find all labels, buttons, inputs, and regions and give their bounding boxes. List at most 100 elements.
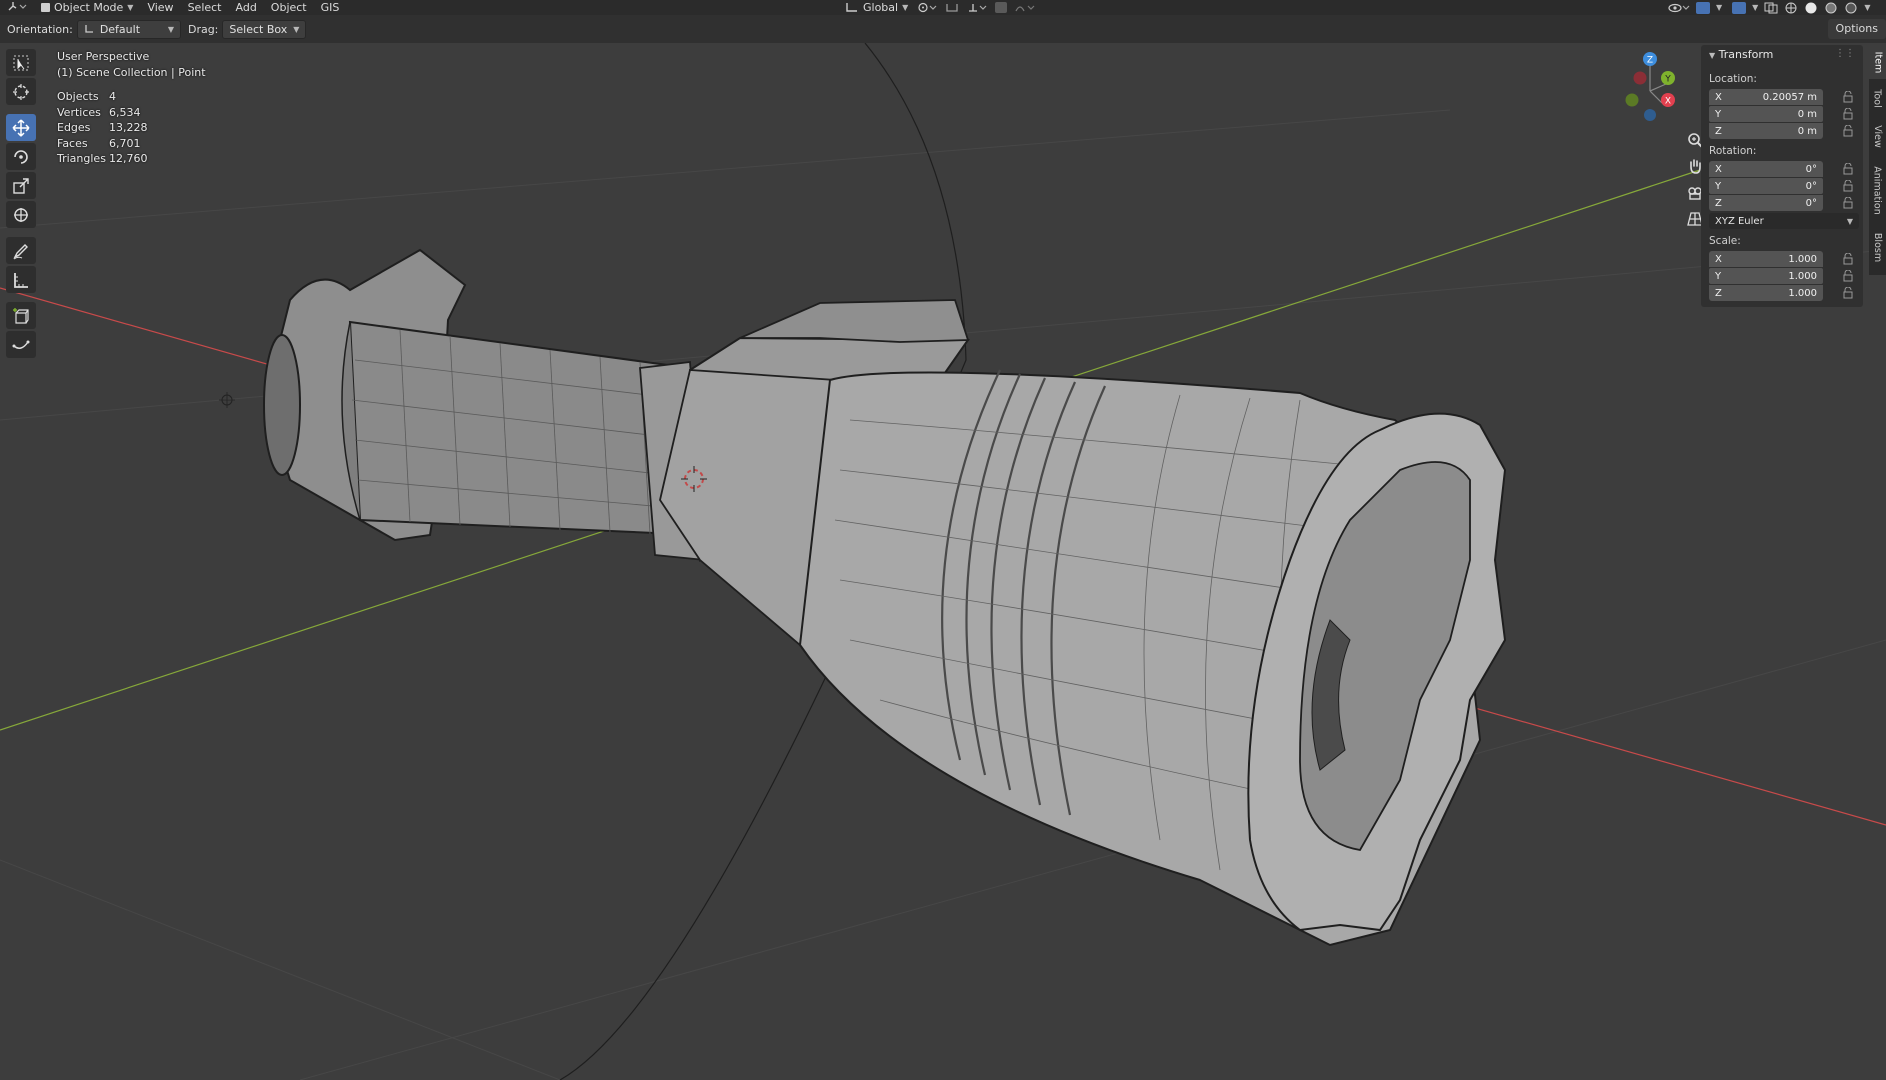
orientation-label: Orientation: [7,22,73,36]
rotation-mode-value: XYZ Euler [1715,215,1764,227]
location-label: Location: [1709,73,1757,85]
3d-viewport[interactable]: Z Y X [0,43,1886,1080]
overlays-toggle-icon[interactable] [1732,1,1747,14]
falloff-icon[interactable] [1015,2,1035,13]
material-shading-icon[interactable] [1824,2,1838,14]
chevron-down-icon: ▼ [1709,51,1716,60]
axis-label: X [1715,163,1722,175]
drag-handle-icon[interactable]: ⋮⋮ [1835,48,1855,59]
tab-blosm[interactable]: Blosm [1869,225,1886,269]
snapping-group [910,2,1042,13]
chevron-down-icon: ▼ [167,24,174,34]
cursor-tool[interactable] [6,78,36,105]
pivot-point-icon[interactable] [917,2,937,13]
lock-icon[interactable] [1843,180,1853,192]
proportional-edit-icon[interactable] [995,2,1007,13]
stat-row: Edges 13,228 [57,120,148,136]
move-tool[interactable] [6,114,36,141]
stat-value: 6,701 [109,136,141,150]
object-mode-icon [41,3,50,12]
rendered-shading-icon[interactable] [1844,2,1858,14]
tab-view[interactable]: View [1869,117,1886,155]
transform-panel-header[interactable]: ▼ Transform [1709,48,1773,61]
add-cube-tool[interactable] [6,302,36,329]
gizmo-neg-x-axis[interactable] [1633,71,1647,85]
orientation-value: Default [99,22,141,36]
lock-icon[interactable] [1843,163,1853,175]
measure-tool[interactable] [6,266,36,293]
extrude-curve-tool[interactable] [6,331,36,358]
transform-orientation-dropdown[interactable]: Global ▼ [838,1,915,14]
lock-icon[interactable] [1843,108,1853,120]
lock-icon[interactable] [1843,197,1853,209]
tab-animation[interactable]: Animation [1869,157,1886,223]
tab-item[interactable]: Item [1869,45,1886,79]
scale-x-field[interactable]: X 1.000 [1709,251,1823,267]
xray-icon[interactable] [1764,2,1778,14]
stat-row: Vertices 6,534 [57,105,148,121]
chevron-down-icon[interactable]: ▼ [1864,3,1870,12]
transform-icon [14,207,28,222]
rotation-x-field[interactable]: X 0° [1709,161,1823,177]
rotate-tool[interactable] [6,143,36,170]
light-object-icon[interactable] [219,392,235,408]
lock-icon[interactable] [1843,287,1853,299]
select-box-tool[interactable] [6,49,36,76]
svg-text:Z: Z [1647,56,1653,66]
rotation-mode-dropdown[interactable]: XYZ Euler ▼ [1709,213,1859,229]
annotate-tool[interactable] [6,237,36,264]
viewport-display-controls: ▼ ▼ ▼ [1668,1,1870,14]
sidebar-tabs: Item Tool View Animation Blosm [1869,45,1886,275]
visibility-icon[interactable] [1668,2,1690,14]
mode-dropdown[interactable]: Object Mode ▼ [34,1,140,14]
rotation-y-field[interactable]: Y 0° [1709,178,1823,194]
menu-select[interactable]: Select [181,1,229,14]
annotate-icon [13,243,28,259]
tab-tool[interactable]: Tool [1869,81,1886,115]
global-orientation-icon [846,3,857,12]
navigation-gizmo[interactable]: Z Y X [1610,51,1690,121]
stat-row: Objects 4 [57,89,148,105]
menu-gis[interactable]: GIS [314,1,347,14]
solid-shading-icon[interactable] [1804,2,1818,14]
collection-label: (1) Scene Collection | Point [57,66,206,79]
axis-label: X [1715,91,1722,103]
axis-label: Z [1715,125,1722,137]
drag-dropdown[interactable]: Select Box ▼ [222,19,307,39]
field-value: 0 m [1797,108,1817,120]
scale-z-field[interactable]: Z 1.000 [1709,285,1823,301]
stat-row: Faces 6,701 [57,136,148,152]
wireframe-shading-icon[interactable] [1784,2,1798,14]
menu-view[interactable]: View [140,1,180,14]
rotation-z-field[interactable]: Z 0° [1709,195,1823,211]
lock-icon[interactable] [1843,270,1853,282]
scale-tool[interactable] [6,172,36,199]
gizmo-toggle-icon[interactable] [1696,1,1710,14]
location-x-field[interactable]: X 0.20057 m [1709,89,1823,105]
transform-tool[interactable] [6,201,36,228]
gizmo-neg-z-axis[interactable] [1644,109,1656,121]
editor-type-button[interactable] [0,1,34,15]
chevron-down-icon[interactable]: ▼ [1716,3,1722,12]
cursor-icon [13,83,29,100]
options-dropdown[interactable]: Options [1827,19,1886,39]
snap-target-icon[interactable] [967,2,987,13]
lock-icon[interactable] [1843,253,1853,265]
scale-y-field[interactable]: Y 1.000 [1709,268,1823,284]
menu-object[interactable]: Object [264,1,314,14]
location-y-field[interactable]: Y 0 m [1709,106,1823,122]
orientation-dropdown[interactable]: Default ▼ [76,19,181,39]
flashlight-mesh[interactable] [263,248,1507,947]
field-value: 0 m [1797,125,1817,137]
scale-icon [13,177,29,194]
lock-icon[interactable] [1843,125,1853,137]
chevron-down-icon[interactable]: ▼ [1752,3,1758,12]
lock-icon[interactable] [1843,91,1853,103]
stat-key: Triangles [57,152,106,165]
menu-add[interactable]: Add [229,1,264,14]
chevron-down-icon: ▼ [1846,216,1853,226]
snap-icon[interactable] [945,2,959,13]
location-z-field[interactable]: Z 0 m [1709,123,1823,139]
field-value: 0° [1805,163,1817,175]
gizmo-neg-y-axis[interactable] [1625,93,1639,107]
